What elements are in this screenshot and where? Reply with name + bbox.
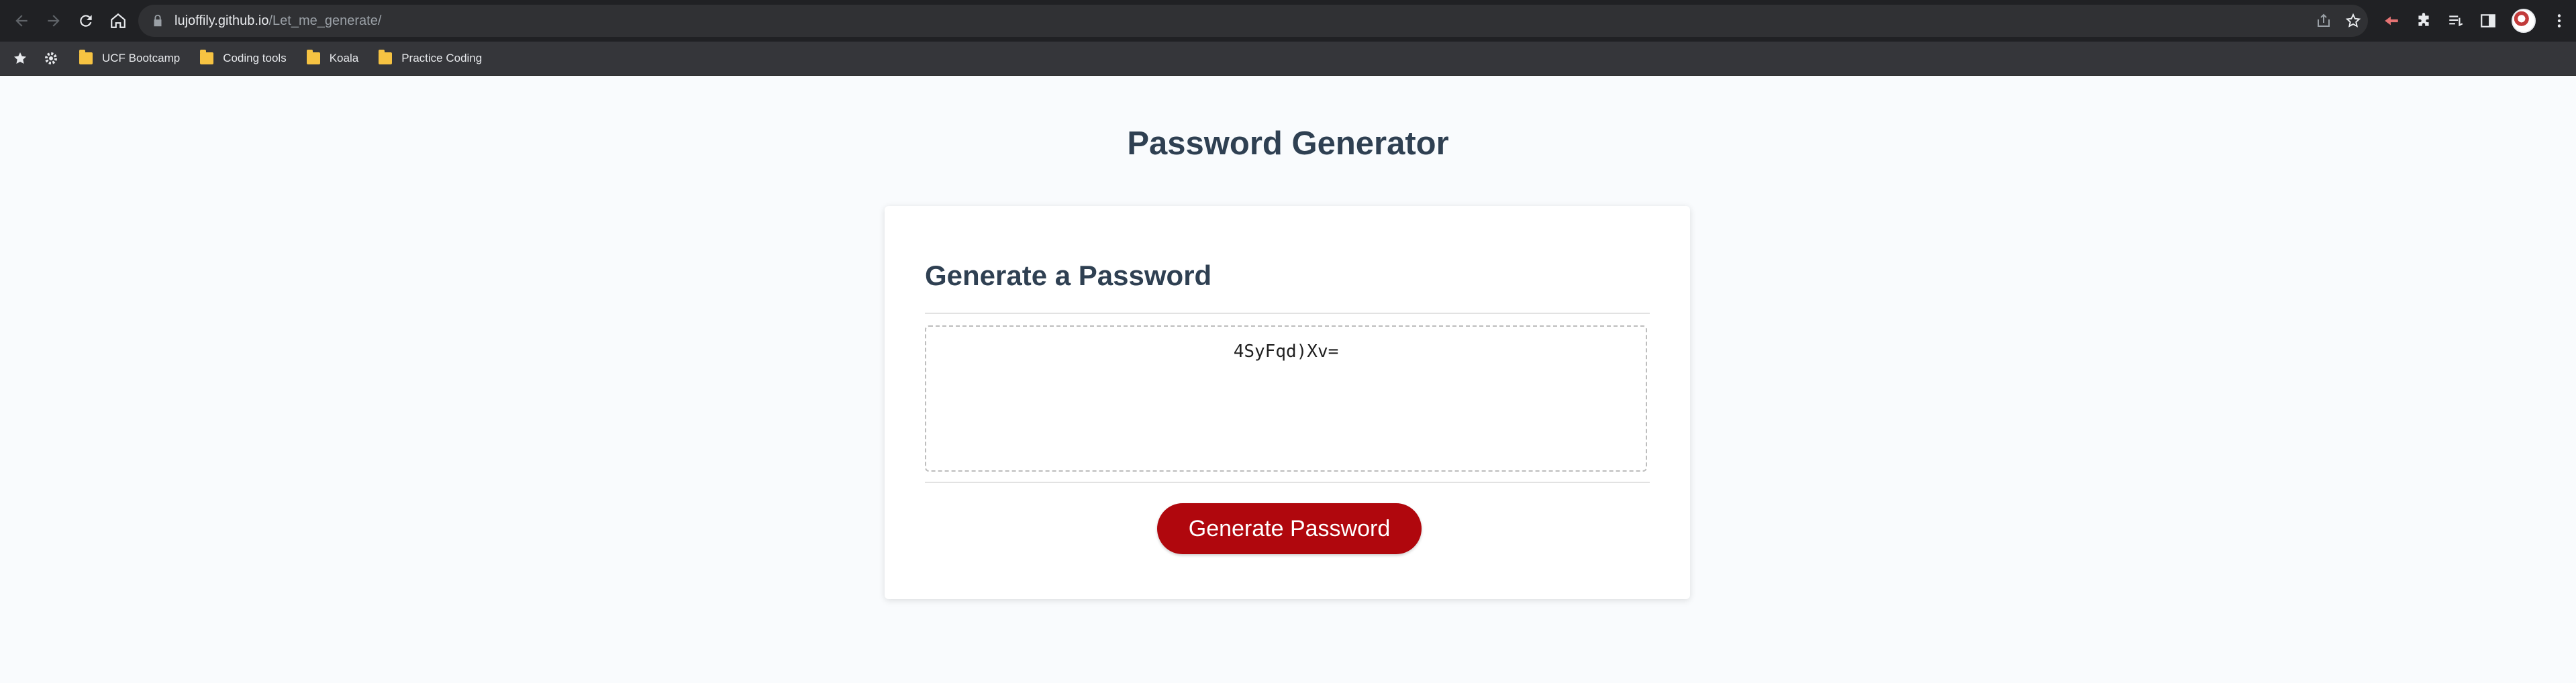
home-icon [111,13,126,28]
bookmark-coding-tools[interactable]: Coding tools [200,50,287,65]
divider-bottom [925,482,1650,483]
card-title: Generate a Password [925,260,1212,291]
password-output[interactable]: 4SyFqd)Xv= [925,325,1647,472]
url-path: /Let_me_generate/ [268,13,382,28]
bookmark-ucf-bootcamp[interactable]: UCF Bootcamp [79,50,181,65]
generate-password-button[interactable]: Generate Password [1157,503,1422,554]
profile-avatar[interactable] [2512,9,2536,33]
folder-icon [79,50,93,64]
generator-card: Generate a Password 4SyFqd)Xv= Generate … [885,206,1690,599]
side-panel-icon[interactable] [2479,12,2497,30]
bookmark-label: Practice Coding [401,52,483,64]
reload-icon [80,15,92,27]
folder-icon [379,50,393,64]
page-content: Password Generator Generate a Password 4… [0,76,2576,683]
folder-icon [306,50,320,64]
reload-button[interactable] [70,5,102,37]
bookmark-label: Koala [329,52,359,64]
forward-button[interactable] [38,5,70,37]
share-icon[interactable] [2316,13,2332,29]
url-host: lujoffily.github.io [175,13,269,28]
star-icon[interactable] [2345,13,2361,29]
kebab-menu-icon[interactable] [2550,12,2568,30]
extensions-area [2383,5,2568,37]
arrow-right-icon [48,15,60,27]
bookmarks-bar: UCF Bootcamp Coding tools Koala Practice… [0,42,2576,76]
divider-top [925,313,1650,314]
page-title: Password Generator [1127,125,1449,162]
arrow-left-icon [15,15,28,27]
settings-gear-icon[interactable] [43,50,59,66]
bookmark-practice-coding[interactable]: Practice Coding [379,50,483,65]
browser-toolbar: lujoffily.github.io/Let_me_generate/ [0,0,2576,42]
folder-icon [200,50,214,64]
bookmark-label: UCF Bootcamp [102,52,181,64]
lock-icon [154,14,162,27]
puzzle-icon[interactable] [2415,12,2432,30]
bookmark-label: Coding tools [223,52,287,64]
back-button[interactable] [5,5,38,37]
reading-list-icon[interactable] [2447,12,2465,30]
bookmark-koala[interactable]: Koala [306,50,359,65]
bookmark-star-icon[interactable] [12,50,28,66]
omnibox-actions [2316,5,2361,37]
extension-icon[interactable] [2383,12,2400,30]
home-button[interactable] [102,5,134,37]
address-bar[interactable]: lujoffily.github.io/Let_me_generate/ [138,5,2368,37]
url-text: lujoffily.github.io/Let_me_generate/ [175,13,381,29]
